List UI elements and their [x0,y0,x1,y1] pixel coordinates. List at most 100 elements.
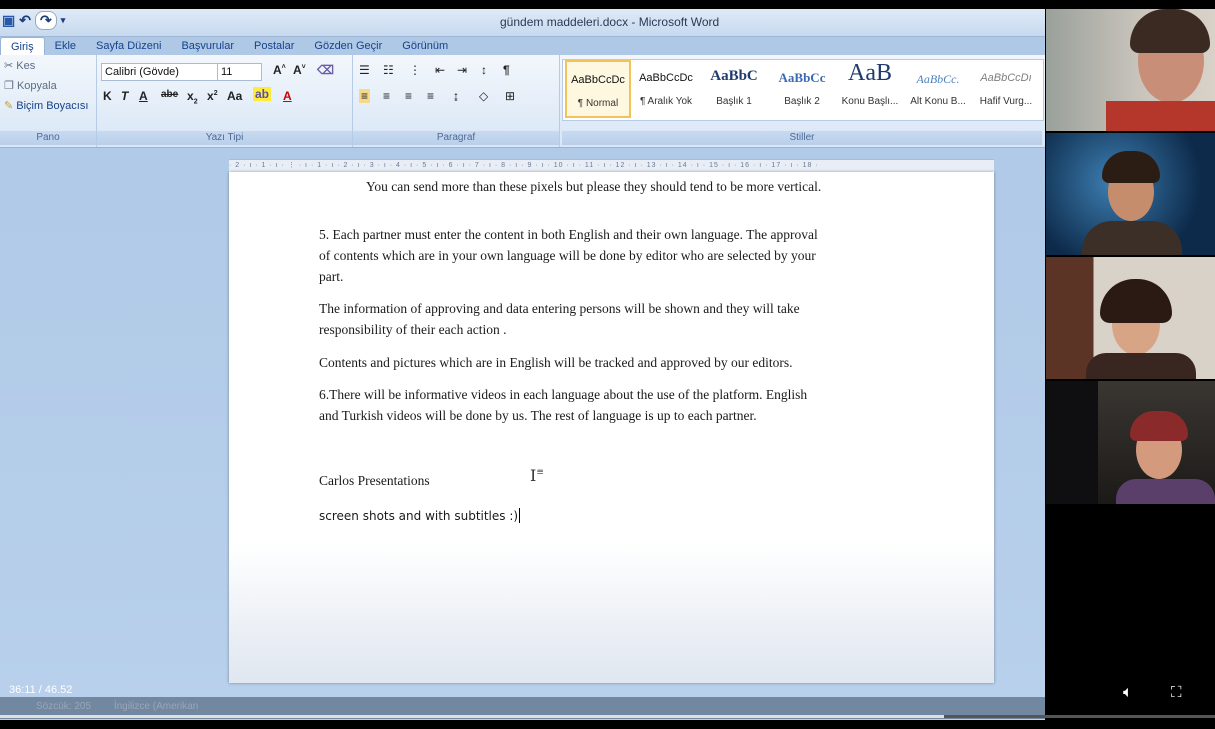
cut-label: Kes [16,60,36,72]
paragraph-group: ☰ ☷ ⋮ ⇤ ⇥ ↕ ¶ ≡ ≡ ≡ ≡ ↨ ◇ ⊞ Paragraf [353,55,560,147]
align-right-icon[interactable]: ≡ [405,89,412,103]
ribbon-tabs: Giriş Ekle Sayfa Düzeni Başvurular Posta… [0,37,1045,56]
borders-icon[interactable]: ⊞ [505,89,515,103]
underline-icon[interactable]: A [139,89,148,103]
doc-screenshots-line: screen shots and with subtitles :) [319,508,521,523]
style-preview: AaBbC [710,68,758,84]
cut-button[interactable]: ✂ Kes [4,59,35,72]
multilevel-icon[interactable]: ⋮ [409,63,421,77]
document-page[interactable]: You can send more than these pixels but … [229,172,994,683]
italic-icon[interactable]: T [121,89,128,103]
styles-group-label: Stiller [562,131,1042,145]
highlight-icon[interactable]: ab [253,87,272,101]
participant-hair [1130,411,1188,441]
clipboard-group: ✂ Kes ❐ Kopyala ✎ Biçim Boyacısı Pano [0,55,97,147]
sort-icon[interactable]: ↕ [481,63,487,77]
style-preview: AaB [848,60,892,86]
style-no-spacing[interactable]: AaBbCcDc ¶ Aralık Yok [633,60,699,118]
style-heading-1[interactable]: AaBbC Başlık 1 [701,60,767,118]
doc-para5-line2: of contents which are in your own langua… [319,248,816,263]
style-preview: AaBbCc. [916,72,960,86]
doc-line-top: You can send more than these pixels but … [366,179,822,194]
participant-tile-1[interactable] [1046,9,1215,131]
style-subtle-emphasis[interactable]: AaBbCcDı Hafif Vurg... [973,60,1039,118]
bold-icon[interactable]: K [103,89,112,103]
format-painter-button[interactable]: ✎ Biçim Boyacısı [4,99,88,112]
save-icon[interactable]: ▣ [2,12,15,29]
video-player[interactable]: ▣ ↶ ↷ ▾ gündem maddeleri.docx - Microsof… [0,0,1215,729]
font-group-label: Yazı Tipi [97,131,352,145]
change-case-icon[interactable]: Aa [227,89,242,103]
tab-sayfa-duzeni[interactable]: Sayfa Düzeni [86,37,171,55]
tab-giris[interactable]: Giriş [0,37,45,56]
font-size-box[interactable]: 11 [217,63,262,81]
doc-carlos-line: Carlos Presentations [319,473,430,488]
style-name: ¶ Aralık Yok [639,96,693,107]
video-progress-bar[interactable] [0,715,1215,718]
tab-postalar[interactable]: Postalar [244,37,304,55]
doc-para6-line2: and Turkish videos will be done by us. T… [319,408,757,423]
tab-gorunum[interactable]: Görünüm [392,37,458,55]
style-preview: AaBbCcDc [571,74,625,86]
style-name: Başlık 1 [716,96,752,107]
doc-para5-line1: 5. Each partner must enter the content i… [319,227,818,242]
fullscreen-icon[interactable]: ⛶ [1171,684,1182,701]
tab-gozden-gecir[interactable]: Gözden Geçir [304,37,392,55]
participant-tile-3[interactable] [1046,257,1215,379]
speaker-icon[interactable]: 🔈︎ [1123,684,1133,702]
style-title[interactable]: AaB Konu Başlı... [837,60,903,118]
doc-contents-line: Contents and pictures which are in Engli… [319,355,793,370]
shrink-font-icon[interactable]: A˅ [293,63,306,77]
style-name: Başlık 2 [784,96,820,107]
pilcrow-icon[interactable]: ¶ [503,63,510,77]
style-name: Alt Konu B... [910,96,966,107]
copy-button[interactable]: ❐ Kopyala [4,79,57,92]
customize-arrow-icon[interactable]: ▾ [61,15,66,26]
decrease-indent-icon[interactable]: ⇤ [435,63,445,77]
grow-font-icon[interactable]: A˄ [273,63,286,77]
top-black-bar [0,0,1215,9]
participant-tile-4[interactable] [1046,381,1215,504]
participant-hair [1100,279,1172,323]
doc-info-line1: The information of approving and data en… [319,301,800,316]
horizontal-ruler[interactable]: · 2 · ı · 1 · ı · ⋮ · ı · 1 · ı · 2 · ı … [229,159,994,173]
superscript-icon[interactable]: x2 [207,89,218,103]
participant-tile-2[interactable] [1046,133,1215,255]
style-preview: AaBbCcDı [980,72,1032,84]
participant-hair [1102,151,1160,183]
increase-indent-icon[interactable]: ⇥ [457,63,467,77]
tab-basvurular[interactable]: Başvurular [171,37,244,55]
word-window: ▣ ↶ ↷ ▾ gündem maddeleri.docx - Microsof… [0,9,1045,720]
undo-icon[interactable]: ↶ [19,12,31,29]
ibeam-cursor-icon: I≡ [530,466,544,485]
page-fade [229,543,994,683]
style-subtitle[interactable]: AaBbCc. Alt Konu B... [905,60,971,118]
numbering-icon[interactable]: ☷ [383,63,394,77]
strikethrough-icon[interactable]: abe [161,89,178,100]
scissors-icon: ✂ [4,60,14,72]
copy-label: Kopyala [16,80,57,92]
format-painter-label: Biçim Boyacısı [16,100,89,112]
subscript-icon[interactable]: x2 [187,89,198,105]
video-time: 36:11 / 46.52 [9,684,73,696]
participant-clothing [1086,353,1196,379]
copy-icon: ❐ [4,80,14,92]
style-heading-2[interactable]: AaBbCc Başlık 2 [769,60,835,118]
brush-icon: ✎ [4,100,14,112]
doc-screenshots-text: screen shots and with subtitles :) [319,509,519,523]
tab-ekle[interactable]: Ekle [45,37,86,55]
clear-format-icon[interactable]: ⌫ [317,63,334,77]
align-left-icon[interactable]: ≡ [359,89,371,103]
style-name: Konu Başlı... [841,96,899,107]
word-count: Sözcük: 205 [36,701,92,712]
align-center-icon[interactable]: ≡ [383,89,390,103]
style-normal[interactable]: AaBbCcDc ¶ Normal [565,60,631,118]
shading-icon[interactable]: ◇ [479,89,488,103]
line-spacing-icon[interactable]: ↨ [453,89,459,103]
font-color-icon[interactable]: A [283,89,292,103]
font-group: Calibri (Gövde) 11 A˄ A˅ ⌫ K T A abe x2 … [97,55,353,147]
redo-icon[interactable]: ↷ [34,11,57,30]
font-name-box[interactable]: Calibri (Gövde) [101,63,218,81]
bullets-icon[interactable]: ☰ [359,63,370,77]
justify-icon[interactable]: ≡ [427,89,434,103]
